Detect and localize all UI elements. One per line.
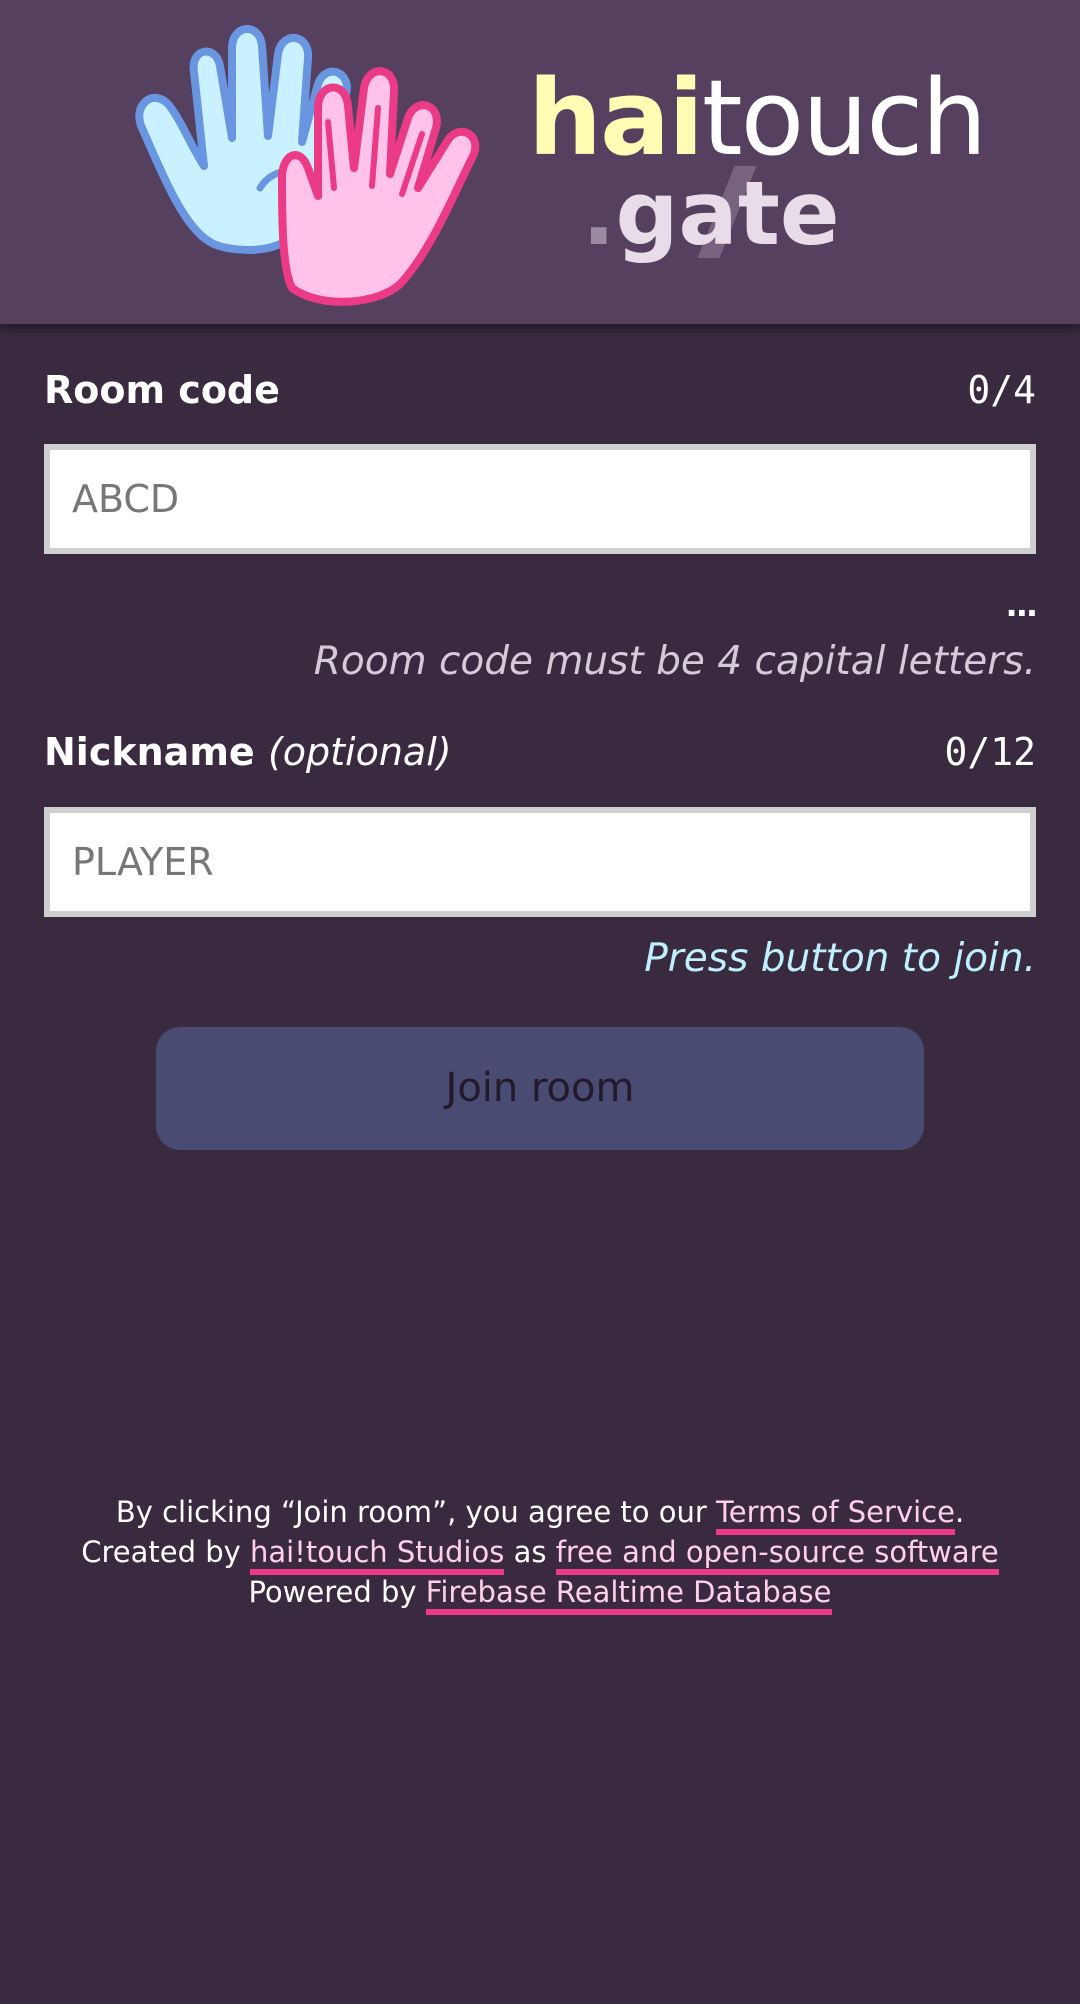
nickname-label-row: Nickname (optional) 0/12 bbox=[44, 730, 1036, 774]
app-logo-title: haitouch bbox=[528, 66, 987, 170]
logo-hai-text: hai bbox=[528, 57, 704, 179]
logo-dot-text: . bbox=[582, 162, 616, 265]
footer-powered-prefix: Powered by bbox=[248, 1575, 426, 1609]
studio-link[interactable]: hai!touch Studios bbox=[250, 1535, 505, 1575]
footer-created-mid: as bbox=[504, 1535, 556, 1569]
nickname-optional-text: (optional) bbox=[267, 730, 452, 774]
room-code-hint: Room code must be 4 capital letters. bbox=[313, 639, 1036, 684]
footer-line-terms: By clicking “Join room”, you agree to ou… bbox=[0, 1492, 1080, 1535]
nickname-label-text: Nickname bbox=[44, 730, 255, 774]
room-code-loading-ellipsis: ... bbox=[1005, 586, 1038, 624]
room-code-input[interactable] bbox=[44, 444, 1036, 554]
footer-line-created: Created by hai!touch Studios as free and… bbox=[0, 1532, 1080, 1575]
logo-gate-text: gate bbox=[615, 162, 840, 265]
terms-of-service-link[interactable]: Terms of Service bbox=[715, 1495, 955, 1535]
join-room-button[interactable]: Join room bbox=[156, 1027, 924, 1150]
footer: By clicking “Join room”, you agree to ou… bbox=[0, 1492, 1080, 1615]
nickname-hint: Press button to join. bbox=[644, 936, 1036, 981]
footer-created-prefix: Created by bbox=[81, 1535, 250, 1569]
nickname-label: Nickname (optional) bbox=[44, 730, 452, 774]
app-logo-subtitle: .gate bbox=[582, 170, 840, 258]
footer-terms-prefix: By clicking “Join room”, you agree to ou… bbox=[115, 1495, 716, 1529]
room-code-label: Room code bbox=[44, 368, 280, 412]
footer-line-powered: Powered by Firebase Realtime Database bbox=[0, 1572, 1080, 1615]
room-code-counter: 0/4 bbox=[967, 368, 1036, 412]
hands-logo-icon bbox=[135, 25, 480, 306]
nickname-input[interactable] bbox=[44, 807, 1036, 917]
app-header: haitouch .gate bbox=[0, 0, 1080, 324]
open-source-link[interactable]: free and open-source software bbox=[555, 1535, 999, 1575]
logo-touch-text: touch bbox=[701, 57, 987, 179]
nickname-counter: 0/12 bbox=[944, 730, 1036, 774]
footer-terms-suffix: . bbox=[954, 1495, 965, 1529]
room-code-label-row: Room code 0/4 bbox=[44, 368, 1036, 412]
firebase-link[interactable]: Firebase Realtime Database bbox=[425, 1575, 832, 1615]
